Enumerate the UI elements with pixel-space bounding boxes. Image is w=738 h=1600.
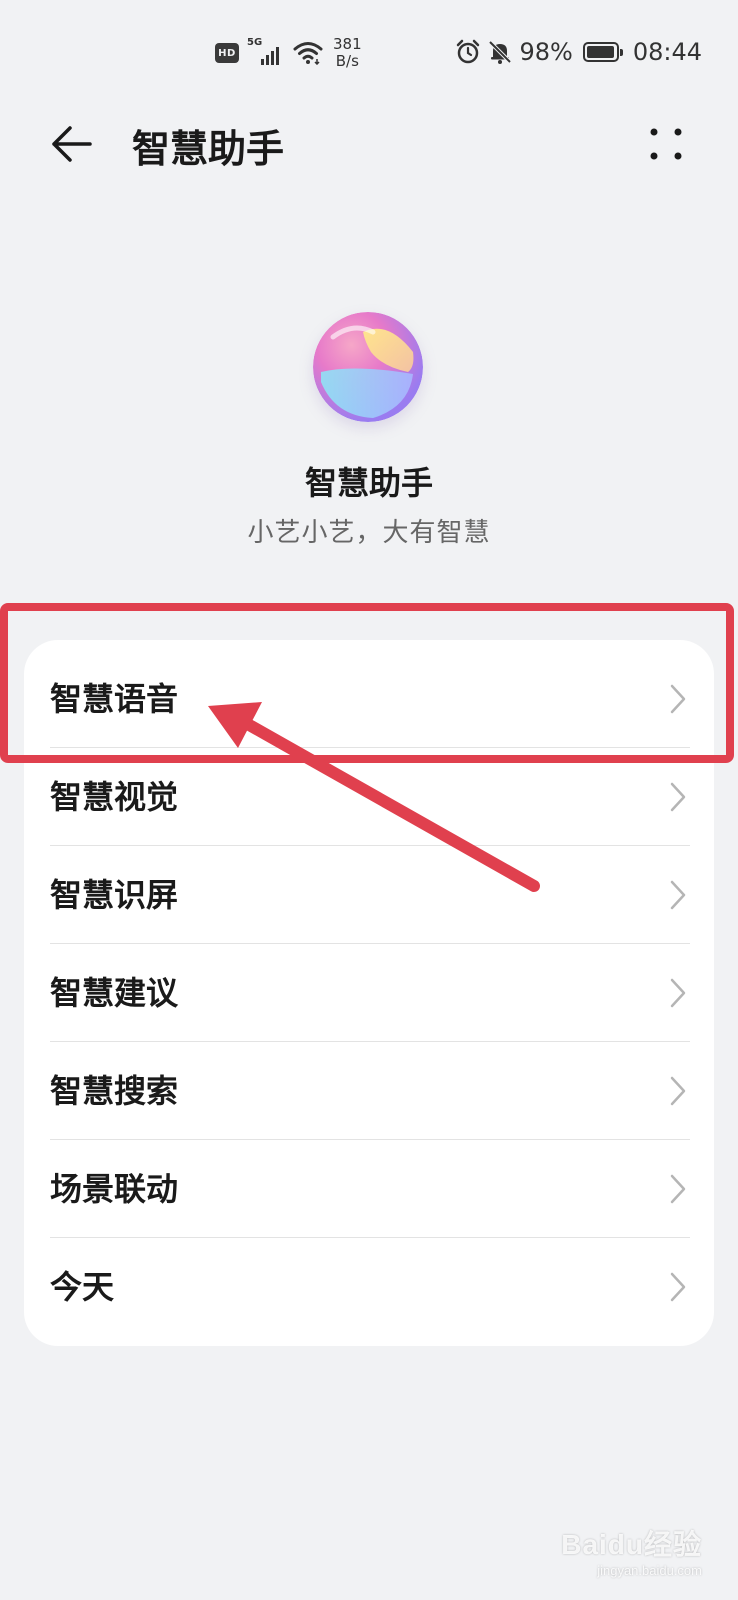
- menu-item-label: 智慧建议: [50, 974, 179, 1012]
- menu-item-label: 场景联动: [50, 1170, 179, 1208]
- signal-icon: 5G: [247, 37, 285, 67]
- watermark-logo: Baidu经验: [561, 1529, 702, 1560]
- chevron-right-icon: [670, 684, 686, 714]
- battery-icon: [582, 42, 623, 62]
- mute-bell-icon: [489, 40, 512, 64]
- chevron-right-icon: [670, 880, 686, 910]
- menu-item-label: 今天: [50, 1268, 115, 1306]
- menu-item-label: 智慧视觉: [50, 778, 179, 816]
- back-arrow-icon: [52, 126, 92, 162]
- title-bar: 智慧助手: [0, 104, 738, 184]
- menu-item-smart-search[interactable]: 智慧搜索: [24, 1042, 714, 1140]
- network-speed-value: 381: [333, 35, 362, 53]
- celia-orb-icon: [313, 312, 423, 422]
- menu-item-smart-suggestions[interactable]: 智慧建议: [24, 944, 714, 1042]
- network-speed-unit: B/s: [335, 52, 359, 70]
- menu-item-scene-linkage[interactable]: 场景联动: [24, 1140, 714, 1238]
- battery-percent: 98%: [519, 38, 573, 66]
- signal-type-label: 5G: [247, 37, 263, 48]
- alarm-icon: [457, 39, 480, 64]
- assistant-slogan: 小艺小艺，大有智慧: [247, 518, 491, 548]
- chevron-right-icon: [670, 782, 686, 812]
- menu-item-today[interactable]: 今天: [24, 1238, 714, 1336]
- watermark: Baidu经验 jingyan.baidu.com: [561, 1523, 702, 1578]
- chevron-right-icon: [670, 1076, 686, 1106]
- assistant-name: 智慧助手: [304, 464, 433, 502]
- menu-item-label: 智慧语音: [50, 680, 179, 718]
- status-bar-left: HD 5G 381 B/s: [215, 36, 362, 70]
- network-speed: 381 B/s: [333, 36, 362, 70]
- status-bar: HD 5G 381 B/s 98% 08:44: [0, 0, 738, 104]
- settings-menu-card: 智慧语音 智慧视觉 智慧识屏 智慧建议 智慧搜索 场景联动 今天: [24, 640, 714, 1346]
- status-bar-right: 98% 08:44: [455, 38, 702, 66]
- wifi-icon: [293, 42, 323, 65]
- menu-item-label: 智慧搜索: [50, 1072, 179, 1110]
- chevron-right-icon: [670, 1174, 686, 1204]
- watermark-url: jingyan.baidu.com: [597, 1563, 702, 1578]
- back-button[interactable]: [48, 120, 96, 168]
- menu-item-label: 智慧识屏: [50, 876, 179, 914]
- page-title: 智慧助手: [132, 127, 285, 171]
- menu-item-smart-screen-recognition[interactable]: 智慧识屏: [24, 846, 714, 944]
- more-options-button[interactable]: [642, 120, 690, 168]
- menu-item-smart-voice[interactable]: 智慧语音: [24, 650, 714, 748]
- menu-item-smart-vision[interactable]: 智慧视觉: [24, 748, 714, 846]
- more-dots-icon: [650, 128, 682, 160]
- chevron-right-icon: [670, 978, 686, 1008]
- hd-icon: HD: [215, 43, 239, 63]
- clock-time: 08:44: [632, 38, 702, 66]
- chevron-right-icon: [670, 1272, 686, 1302]
